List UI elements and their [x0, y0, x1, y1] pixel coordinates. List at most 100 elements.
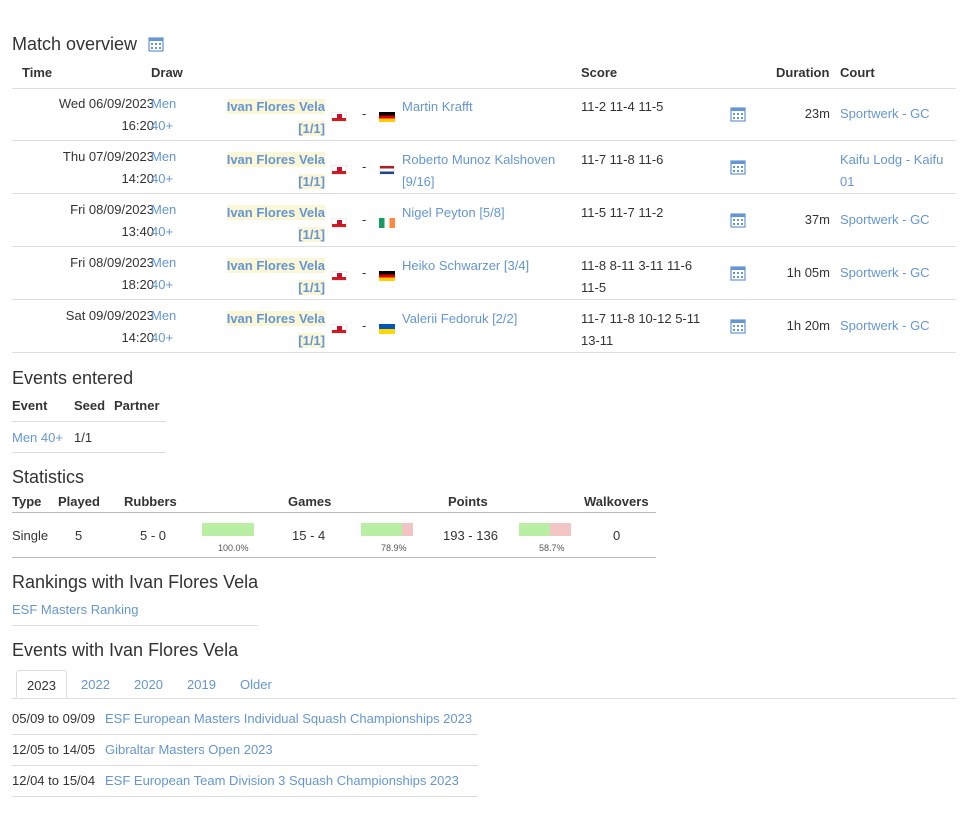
match-time: 13:40 [121, 224, 154, 239]
match-score: 11-7 11-8 10-12 5-11 13-11 [581, 311, 701, 348]
player2-link[interactable]: Valerii Fedoruk [2/2] [402, 308, 572, 330]
draw-link[interactable]: 40+ [151, 118, 173, 133]
court-link[interactable]: Sportwerk - GC [840, 265, 952, 281]
match-time: 14:20 [121, 330, 154, 345]
header-event: Event [12, 398, 48, 413]
player1-name[interactable]: Ivan Flores Vela [226, 152, 325, 167]
draw-link[interactable]: Men [151, 202, 176, 217]
events-with-title: Events with Ivan Flores Vela [12, 640, 239, 660]
player1-name[interactable]: Ivan Flores Vela [226, 311, 325, 326]
player1-link[interactable]: Ivan Flores Vela [1/1] [215, 96, 325, 140]
events-with-list: 05/09 to 09/09 ESF European Masters Indi… [12, 704, 478, 797]
match-table-header: Time Draw Score Duration Court [12, 64, 956, 89]
draw-link[interactable]: Men [151, 96, 176, 111]
player1-link[interactable]: Ivan Flores Vela [1/1] [215, 255, 325, 299]
event-dates: 12/05 to 14/05 [12, 742, 96, 757]
event-dates: 05/09 to 09/09 [12, 711, 96, 726]
points-win-bar [519, 523, 571, 536]
player1-seed: [1/1] [298, 333, 325, 348]
events-entered-title: Events entered [12, 368, 134, 388]
court-link[interactable]: Sportwerk - GC [840, 106, 952, 122]
draw-link[interactable]: Men [151, 255, 176, 270]
year-tabs: 2023 2022 2020 2019 Older [12, 670, 956, 699]
games-pct: 78.9% [381, 543, 407, 553]
player1-seed: [1/1] [298, 174, 325, 189]
flag-icon [331, 320, 347, 335]
calendar-icon[interactable] [730, 318, 746, 337]
tab-2022[interactable]: 2022 [71, 670, 120, 698]
player2-link[interactable]: Martin Krafft [402, 96, 572, 118]
event-link[interactable]: Men 40+ [12, 430, 63, 445]
calendar-icon[interactable] [148, 36, 164, 55]
court-link[interactable]: Sportwerk - GC [840, 212, 952, 228]
flag-icon [331, 214, 347, 229]
table-row: Wed 06/09/2023 16:20 Men 40+ Ivan Flores… [12, 88, 956, 141]
match-score: 11-5 11-7 11-2 [581, 205, 664, 220]
player1-seed: [1/1] [298, 121, 325, 136]
player1-link[interactable]: Ivan Flores Vela [1/1] [215, 308, 325, 352]
flag-icon [379, 161, 395, 176]
header-draw: Draw [151, 65, 183, 80]
court-link[interactable]: Kaifu Lodg - Kaifu 01 [840, 149, 952, 193]
tab-older[interactable]: Older [230, 670, 282, 698]
match-score: 11-7 11-8 11-6 [581, 152, 664, 167]
event-dates: 12/04 to 15/04 [12, 773, 96, 788]
header-court: Court [840, 65, 875, 80]
match-time: 16:20 [121, 118, 154, 133]
calendar-icon[interactable] [730, 212, 746, 231]
tab-2019[interactable]: 2019 [177, 670, 226, 698]
match-date: Wed 06/09/2023 [58, 96, 154, 111]
header-type: Type [12, 494, 42, 509]
table-row: Thu 07/09/2023 14:20 Men 40+ Ivan Flores… [12, 141, 956, 194]
stat-games: 15 - 4 [292, 528, 326, 543]
player1-name[interactable]: Ivan Flores Vela [226, 99, 325, 114]
calendar-icon[interactable] [730, 159, 746, 178]
court-link[interactable]: Sportwerk - GC [840, 318, 952, 334]
header-rubbers: Rubbers [124, 494, 177, 509]
statistics-title: Statistics [12, 467, 85, 487]
tab-2023[interactable]: 2023 [16, 670, 67, 698]
event-link[interactable]: ESF European Masters Individual Squash C… [105, 711, 472, 726]
event-seed: 1/1 [74, 430, 93, 445]
player2-link[interactable]: Heiko Schwarzer [3/4] [402, 255, 572, 277]
stat-rubbers: 5 - 0 [140, 528, 167, 543]
header-walkovers: Walkovers [584, 494, 649, 509]
event-link[interactable]: ESF European Team Division 3 Squash Cham… [105, 773, 459, 788]
draw-link[interactable]: 40+ [151, 171, 173, 186]
list-item: 05/09 to 09/09 ESF European Masters Indi… [12, 704, 478, 735]
table-row: Men 40+ 1/1 [12, 422, 166, 453]
player1-name[interactable]: Ivan Flores Vela [226, 205, 325, 220]
table-row: Fri 08/09/2023 18:20 Men 40+ Ivan Flores… [12, 247, 956, 300]
draw-link[interactable]: 40+ [151, 330, 173, 345]
draw-link[interactable]: 40+ [151, 277, 173, 292]
ranking-link[interactable]: ESF Masters Ranking [12, 602, 138, 617]
match-table: Wed 06/09/2023 16:20 Men 40+ Ivan Flores… [12, 88, 956, 353]
tab-2020[interactable]: 2020 [124, 670, 173, 698]
player1-link[interactable]: Ivan Flores Vela [1/1] [215, 149, 325, 193]
draw-link[interactable]: Men [151, 149, 176, 164]
calendar-icon[interactable] [730, 106, 746, 125]
match-time: 14:20 [121, 171, 154, 186]
match-score: 11-2 11-4 11-5 [581, 99, 664, 114]
event-link[interactable]: Gibraltar Masters Open 2023 [105, 742, 273, 757]
stat-type: Single [12, 528, 49, 543]
stat-points: 193 - 136 [443, 528, 498, 543]
table-row: Fri 08/09/2023 13:40 Men 40+ Ivan Flores… [12, 194, 956, 247]
match-duration: 37m [804, 212, 830, 227]
draw-link[interactable]: 40+ [151, 224, 173, 239]
list-item: 12/04 to 15/04 ESF European Team Divisio… [12, 766, 478, 797]
player1-seed: [1/1] [298, 280, 325, 295]
rankings-list: ESF Masters Ranking [12, 600, 258, 626]
match-date: Sat 09/09/2023 [65, 308, 154, 323]
player1-link[interactable]: Ivan Flores Vela [1/1] [215, 202, 325, 246]
match-overview-title: Match overview [12, 34, 138, 54]
stat-walkovers: 0 [613, 528, 621, 543]
player2-link[interactable]: Nigel Peyton [5/8] [402, 202, 572, 224]
match-duration: 1h 20m [786, 318, 830, 333]
draw-link[interactable]: Men [151, 308, 176, 323]
calendar-icon[interactable] [730, 265, 746, 284]
player2-link[interactable]: Roberto Munoz Kalshoven [9/16] [402, 149, 572, 193]
match-duration: 23m [804, 106, 830, 121]
header-duration: Duration [776, 65, 830, 80]
player1-name[interactable]: Ivan Flores Vela [226, 258, 325, 273]
